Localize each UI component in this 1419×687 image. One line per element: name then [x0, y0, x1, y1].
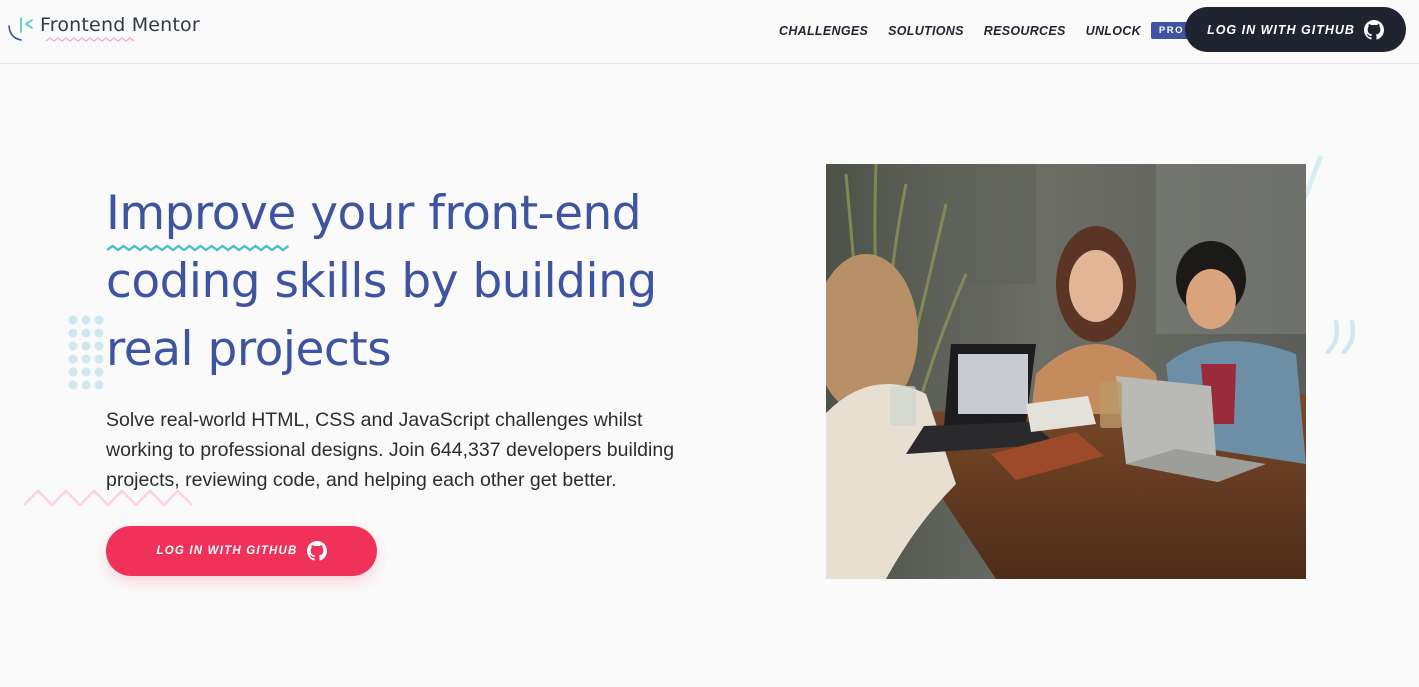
- title-underline-squiggle: [106, 244, 290, 252]
- hero-description-line-3: projects, reviewing code, and helping ea…: [106, 469, 617, 491]
- hero-title-line-3: real projects: [106, 322, 392, 377]
- nav-solutions[interactable]: SOLUTIONS: [888, 24, 964, 38]
- site-header: Frontend Mentor CHALLENGES SOLUTIONS RES…: [0, 0, 1419, 64]
- nav-challenges[interactable]: CHALLENGES: [779, 24, 868, 38]
- github-icon: [1363, 19, 1384, 40]
- nav-resources[interactable]: RESOURCES: [984, 24, 1066, 38]
- hero-title-line-2: coding skills by building: [106, 254, 657, 309]
- header-login-github-button[interactable]: LOG IN WITH GITHUB: [1185, 7, 1406, 52]
- hero-title: Improve your front-end coding skills by …: [106, 180, 746, 384]
- hero-title-line-1: Improve your front-end: [106, 186, 642, 241]
- github-icon: [306, 541, 327, 561]
- brand-name: Frontend Mentor: [40, 14, 200, 36]
- hero-description-line-1: Solve real-world HTML, CSS and JavaScrip…: [106, 409, 643, 431]
- logo-mark-icon: [6, 12, 40, 44]
- logo-underline-squiggle: [45, 37, 135, 42]
- header-login-label: LOG IN WITH GITHUB: [1207, 22, 1355, 37]
- logo[interactable]: Frontend Mentor: [6, 12, 200, 44]
- main-nav: CHALLENGES SOLUTIONS RESOURCES UNLOCK PR…: [779, 22, 1193, 39]
- hero-login-github-button[interactable]: LOG IN WITH GITHUB: [106, 526, 377, 576]
- hero-description-line-2: working to professional designs. Join 64…: [106, 439, 675, 461]
- hero-login-label: LOG IN WITH GITHUB: [156, 545, 298, 557]
- hero-description: Solve real-world HTML, CSS and JavaScrip…: [106, 405, 706, 495]
- decorative-quotes: [1325, 319, 1356, 355]
- hero-photo: [826, 164, 1306, 579]
- nav-unlock[interactable]: UNLOCK: [1086, 24, 1141, 38]
